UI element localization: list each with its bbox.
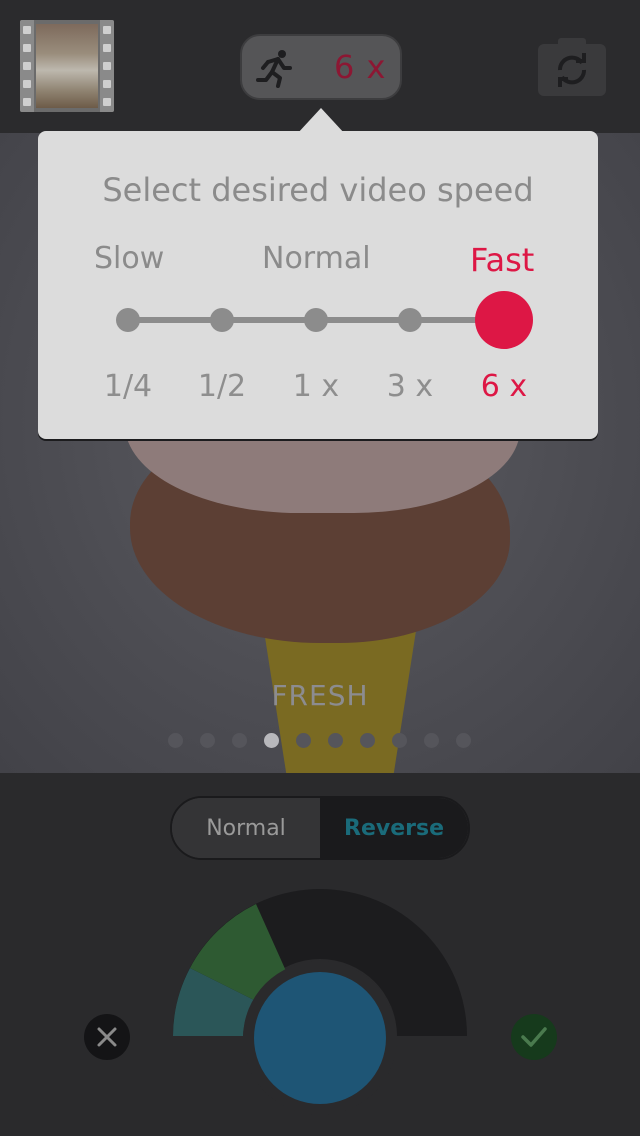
page-dot[interactable] <box>200 733 215 748</box>
record-button[interactable] <box>254 972 386 1104</box>
speed-option-quarter[interactable] <box>116 308 140 332</box>
slow-label: Slow <box>94 241 165 276</box>
switch-camera-button[interactable] <box>538 38 606 96</box>
page-dot[interactable] <box>392 733 407 748</box>
page-dot[interactable] <box>296 733 311 748</box>
camera-switch-icon <box>557 53 587 87</box>
direction-reverse-button[interactable]: Reverse <box>320 798 468 858</box>
speed-option-half[interactable] <box>210 308 234 332</box>
close-icon <box>97 1027 117 1047</box>
page-dot[interactable] <box>424 733 439 748</box>
film-strip-left <box>20 20 34 112</box>
speed-tick-label: 1/2 <box>197 369 247 404</box>
speed-popup: Select desired video speed Slow Normal F… <box>38 131 598 439</box>
popup-title: Select desired video speed <box>102 171 534 209</box>
page-dot[interactable] <box>232 733 247 748</box>
speed-option-6x-selected[interactable] <box>475 291 533 349</box>
runner-icon <box>256 50 292 88</box>
page-dot[interactable] <box>328 733 343 748</box>
speed-tick-label: 1 x <box>292 369 340 404</box>
confirm-button[interactable] <box>511 1014 557 1060</box>
speed-tick-label: 3 x <box>386 369 434 404</box>
video-thumbnail[interactable] <box>20 20 114 112</box>
speed-option-1x[interactable] <box>304 308 328 332</box>
direction-normal-button[interactable]: Normal <box>172 798 320 858</box>
cancel-button[interactable] <box>84 1014 130 1060</box>
speed-option-3x[interactable] <box>398 308 422 332</box>
fast-label: Fast <box>470 241 535 279</box>
filter-name: FRESH <box>271 679 369 712</box>
thumbnail-image <box>36 24 98 108</box>
page-dot[interactable] <box>456 733 471 748</box>
page-dot[interactable] <box>168 733 183 748</box>
record-dial[interactable] <box>170 888 470 1118</box>
direction-toggle: Normal Reverse <box>170 796 470 860</box>
normal-label: Normal <box>262 241 371 276</box>
bottom-controls: Normal Reverse <box>0 773 640 1136</box>
speed-tick-label-selected: 6 x <box>480 369 528 404</box>
page-dot-active[interactable] <box>264 733 279 748</box>
page-dot[interactable] <box>360 733 375 748</box>
speed-tick-label: 1/4 <box>103 369 153 404</box>
speed-value: 6 x <box>334 48 387 86</box>
filter-page-indicator <box>168 733 471 748</box>
checkmark-icon <box>521 1027 547 1047</box>
film-strip-right <box>100 20 114 112</box>
speed-button[interactable]: 6 x <box>240 34 402 100</box>
